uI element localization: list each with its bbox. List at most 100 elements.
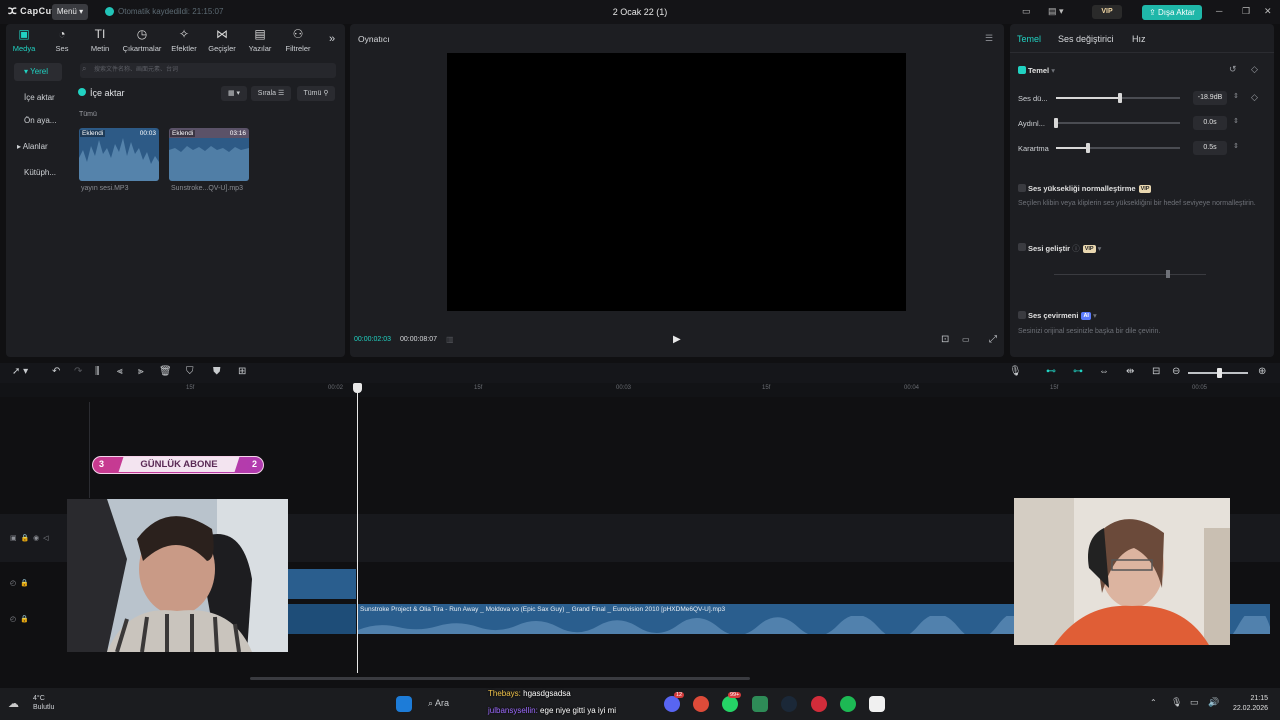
waveform-toggle-icon[interactable]: ▥ bbox=[446, 335, 454, 344]
volume-slider[interactable] bbox=[1056, 93, 1180, 103]
fadeout-stepper-icon[interactable]: ⇕ bbox=[1233, 142, 1239, 150]
layout-icon[interactable]: ▭ bbox=[1022, 6, 1031, 17]
select-tool-icon[interactable]: ➚ ▾ bbox=[12, 366, 28, 377]
volume-knob[interactable] bbox=[1118, 93, 1122, 103]
normalize-checkbox[interactable] bbox=[1018, 184, 1026, 192]
speaker-icon[interactable]: ◁ bbox=[43, 535, 48, 542]
export-button[interactable]: ⇪ Dışa Aktar bbox=[1142, 5, 1202, 20]
eye-icon[interactable]: ◉ bbox=[33, 535, 39, 542]
cover-icon[interactable]: ▣ bbox=[10, 535, 17, 542]
fullscreen-icon[interactable]: ⤢ bbox=[989, 334, 997, 345]
sidebar-item-library[interactable]: Kütüph... bbox=[14, 164, 62, 182]
panel-layout-icon[interactable]: ▤ ▾ bbox=[1048, 6, 1064, 17]
volume-keyframe-icon[interactable]: ◇ bbox=[1251, 92, 1258, 103]
abone-sticker[interactable]: 3 GÜNLÜK ABONE 2 bbox=[92, 456, 264, 474]
taskbar-search[interactable]: ⌕ Ara bbox=[428, 698, 449, 709]
enhance-checkbox[interactable] bbox=[1018, 243, 1026, 251]
sidebar-item-spaces[interactable]: ▸ Alanlar bbox=[14, 138, 62, 156]
fadein-knob[interactable] bbox=[1054, 118, 1058, 128]
playhead[interactable] bbox=[357, 383, 358, 673]
spotify-icon[interactable] bbox=[840, 696, 856, 712]
volume-stepper-icon[interactable]: ⇕ bbox=[1233, 92, 1239, 100]
volume-icon[interactable]: 🔊 bbox=[1208, 697, 1219, 708]
undo-icon[interactable]: ↶ bbox=[52, 366, 60, 377]
volume-value[interactable]: -18.9dB bbox=[1193, 91, 1227, 105]
lock-icon[interactable]: 🔒 bbox=[20, 580, 29, 587]
snap-icon[interactable]: ⊶ bbox=[1073, 366, 1083, 377]
media-clip[interactable]: Eklendi 00:03 bbox=[79, 128, 159, 181]
steam-icon[interactable] bbox=[781, 696, 797, 712]
whatsapp-icon[interactable] bbox=[722, 696, 738, 712]
fadeout-slider[interactable] bbox=[1056, 143, 1180, 153]
shield-icon[interactable]: ⛊ bbox=[213, 366, 221, 377]
menu-button[interactable]: Menü ▾ bbox=[52, 4, 88, 20]
tab-basic[interactable]: Temel bbox=[1017, 34, 1041, 44]
split-icon[interactable]: ⫼ bbox=[95, 366, 100, 377]
tab-audio[interactable]: ◔ Ses bbox=[42, 27, 82, 53]
delete-icon[interactable]: 🗑 bbox=[159, 366, 172, 377]
preview-canvas[interactable] bbox=[447, 53, 906, 311]
audio-clip-voice[interactable] bbox=[288, 569, 356, 599]
reset-icon[interactable]: ↺ bbox=[1229, 64, 1237, 75]
sidebar-item-local[interactable]: ▾ Yerel bbox=[14, 63, 62, 81]
filter-button[interactable]: Tümü ⚲ bbox=[297, 86, 335, 101]
zoom-out-icon[interactable]: ⊖ bbox=[1172, 366, 1180, 377]
windows-start-icon[interactable] bbox=[396, 696, 412, 712]
tab-stickers[interactable]: ◷ Çıkartmalar bbox=[122, 27, 162, 53]
sidebar-item-import[interactable]: İçe aktar bbox=[14, 89, 62, 107]
enhance-slider[interactable] bbox=[1054, 274, 1206, 275]
tab-speed[interactable]: Hız bbox=[1132, 34, 1146, 44]
basic-checkbox[interactable] bbox=[1018, 66, 1026, 74]
sidebar-item-presets[interactable]: Ön aya... bbox=[14, 112, 62, 130]
preview-axis-icon[interactable]: ⊟ bbox=[1152, 366, 1160, 377]
more-tabs-icon[interactable]: » bbox=[329, 33, 335, 45]
capcut-taskbar-icon[interactable] bbox=[869, 696, 885, 712]
tray-mic-icon[interactable]: 🎙 bbox=[1171, 697, 1182, 708]
lock-icon[interactable]: 🔒 bbox=[20, 616, 29, 623]
ratio-icon[interactable]: ▭ bbox=[962, 335, 970, 344]
translate-checkbox[interactable] bbox=[1018, 311, 1026, 319]
tab-captions[interactable]: ▤ Yazılar bbox=[240, 27, 280, 53]
split-left-icon[interactable]: ⫷ bbox=[117, 366, 123, 377]
keyframe-icon[interactable]: ◇ bbox=[1251, 64, 1258, 75]
link-icon[interactable]: ⇔ bbox=[1099, 366, 1109, 377]
view-mode-button[interactable]: ▦ ▾ bbox=[221, 86, 247, 101]
play-icon[interactable]: ▶ bbox=[673, 334, 681, 345]
link-main-icon[interactable]: ⊷ bbox=[1046, 366, 1056, 377]
split-right-icon[interactable]: ⫸ bbox=[138, 366, 144, 377]
tab-transitions[interactable]: ⋈ Geçişler bbox=[202, 27, 242, 53]
player-menu-icon[interactable]: ☰ bbox=[985, 33, 993, 44]
tray-expand-icon[interactable]: ⌃ bbox=[1150, 698, 1157, 707]
tab-text[interactable]: TI Metin bbox=[80, 27, 120, 53]
close-icon[interactable]: ✕ bbox=[1264, 6, 1272, 17]
maximize-icon[interactable]: ❐ bbox=[1242, 6, 1250, 17]
project-title[interactable]: 2 Ocak 22 (1) bbox=[560, 7, 720, 17]
lock-icon[interactable]: 🔒 bbox=[21, 535, 30, 542]
opera-icon[interactable] bbox=[811, 696, 827, 712]
media-search-input[interactable]: 搜索文件名称、画面元素、台词 bbox=[80, 63, 336, 78]
import-button[interactable]: İçe aktar bbox=[78, 88, 125, 98]
align-icon[interactable]: ⇹ bbox=[1126, 366, 1134, 377]
mark-icon[interactable]: ⛉ bbox=[186, 366, 194, 377]
fadein-slider[interactable] bbox=[1054, 118, 1180, 128]
chrome-icon[interactable] bbox=[693, 696, 709, 712]
fadeout-value[interactable]: 0.5s bbox=[1193, 141, 1227, 155]
zoom-knob[interactable] bbox=[1217, 368, 1222, 378]
fadein-stepper-icon[interactable]: ⇕ bbox=[1233, 117, 1239, 125]
tab-filters[interactable]: ⚇ Filtreler bbox=[278, 27, 318, 53]
system-clock[interactable]: 21:15 22.02.2026 bbox=[1228, 694, 1268, 714]
fadeout-knob[interactable] bbox=[1086, 143, 1090, 153]
enhance-knob[interactable] bbox=[1166, 270, 1170, 278]
sort-button[interactable]: Sırala ☰ bbox=[251, 86, 291, 101]
weather-icon[interactable]: ☁ bbox=[8, 697, 19, 710]
minimize-icon[interactable]: ─ bbox=[1216, 6, 1222, 16]
tab-effects[interactable]: ✧ Efektler bbox=[164, 27, 204, 53]
timeline-scrollbar[interactable] bbox=[250, 677, 750, 680]
redo-icon[interactable]: ↷ bbox=[74, 366, 82, 377]
fadein-value[interactable]: 0.0s bbox=[1193, 116, 1227, 130]
playhead-handle[interactable] bbox=[353, 383, 362, 393]
weather-widget[interactable]: 4°C Bulutlu bbox=[33, 694, 54, 712]
media-clip[interactable]: Eklendi 03:16 bbox=[169, 128, 249, 181]
tab-voice-changer[interactable]: Ses değiştirici bbox=[1058, 34, 1114, 44]
tab-media[interactable]: ▣ Medya bbox=[4, 27, 44, 53]
